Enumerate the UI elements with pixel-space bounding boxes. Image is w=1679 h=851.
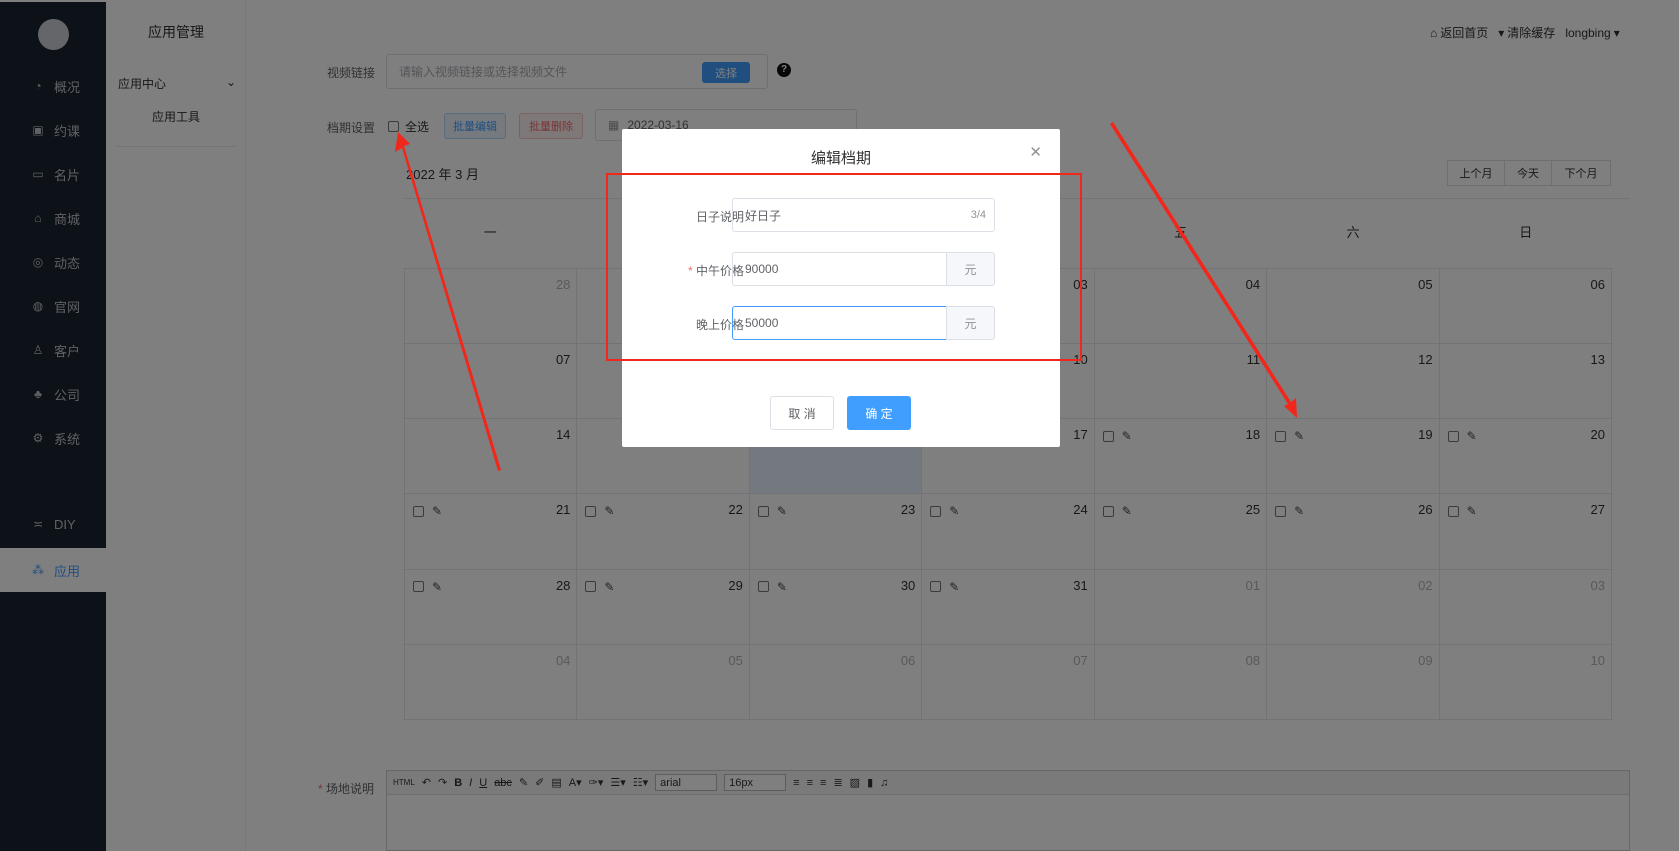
annotation-arrow-right bbox=[1110, 122, 1297, 418]
annotation-arrow-left bbox=[395, 132, 501, 471]
annotation-arrows bbox=[395, 122, 1297, 471]
